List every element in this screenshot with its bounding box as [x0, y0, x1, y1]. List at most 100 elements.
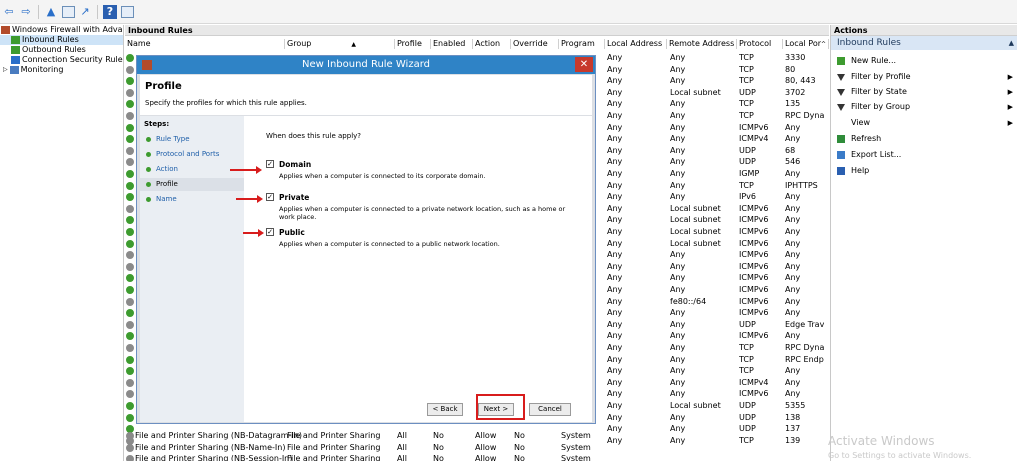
tree-item-outbound-rules[interactable]: Outbound Rules [0, 45, 123, 55]
cell-port: Any [785, 377, 801, 387]
cell-local: Any [607, 250, 623, 260]
tree-item-firewall[interactable]: Windows Firewall with Advanced [0, 25, 123, 35]
wizard-title-bar[interactable]: New Inbound Rule Wizard [137, 56, 595, 74]
column-header-profile[interactable]: Profile [395, 39, 431, 49]
cell-remote: Any [670, 273, 686, 283]
cell-remote: Any [670, 180, 686, 190]
cell-port: 80 [785, 64, 796, 74]
column-header-name[interactable]: Name [125, 39, 285, 49]
column-header-program[interactable]: Program [559, 39, 605, 49]
cell-remote: fe80::/64 [670, 296, 707, 306]
column-header-enabled[interactable]: Enabled [431, 39, 473, 49]
export-icon[interactable]: ↗ [78, 5, 92, 19]
cell-local: Any [607, 377, 623, 387]
back-arrow-icon[interactable]: ⇦ [2, 5, 16, 19]
column-label: Group [287, 39, 312, 48]
scroll-up-icon[interactable]: ^ [821, 41, 826, 48]
action-label: View [851, 118, 870, 127]
column-header-group[interactable]: Group ▲ [285, 39, 395, 49]
show-hide-tree-icon[interactable] [61, 5, 75, 19]
action-label: Help [851, 166, 870, 175]
close-icon[interactable]: ✕ [575, 57, 593, 72]
activation-watermark-title: Activate Windows [828, 434, 935, 448]
help-icon[interactable]: ? [103, 4, 117, 19]
step-name[interactable]: Name [140, 193, 244, 206]
action-export-list[interactable]: Export List... [837, 149, 1013, 161]
cell-enabled: No [433, 442, 444, 452]
step-action[interactable]: Action [140, 163, 244, 176]
step-profile[interactable]: Profile [140, 178, 244, 191]
cell-profile: All [397, 442, 407, 452]
cell-local: Any [607, 273, 623, 283]
step-label: Action [156, 165, 178, 173]
cell-port: RPC Dyna [785, 343, 825, 352]
rule-status-icon [126, 100, 134, 109]
table-row[interactable]: File and Printer Sharing (NB-Datagram-In… [125, 430, 829, 442]
table-row[interactable]: File and Printer Sharing (NB-Session-In)… [125, 453, 829, 461]
cell-remote: Local subnet [670, 227, 721, 236]
cell-enabled: No [433, 431, 444, 440]
rule-status-icon [126, 239, 134, 248]
action-label: Export List... [851, 150, 902, 159]
cell-override: No [514, 454, 525, 461]
cancel-button[interactable]: Cancel [529, 403, 571, 416]
action-filter-by-profile[interactable]: Filter by Profile ▶ [837, 71, 1013, 83]
properties-icon[interactable] [120, 5, 134, 19]
expand-icon[interactable]: ▷ [3, 65, 8, 75]
cell-name: File and Printer Sharing (NB-Session-In) [135, 454, 293, 461]
private-checkbox[interactable]: ✓ [266, 193, 274, 201]
cell-port: 546 [785, 157, 801, 167]
private-label[interactable]: Private [279, 193, 309, 202]
column-header-override[interactable]: Override [511, 39, 559, 49]
action-label: Filter by Group [851, 102, 911, 111]
cell-remote: Any [670, 64, 686, 74]
action-filter-by-group[interactable]: Filter by Group ▶ [837, 101, 1013, 113]
collapse-icon[interactable]: ▲ [1009, 36, 1014, 50]
step-rule-type[interactable]: Rule Type [140, 133, 244, 146]
domain-label[interactable]: Domain [279, 160, 311, 169]
forward-arrow-icon[interactable]: ⇨ [19, 5, 33, 19]
column-header-action[interactable]: Action [473, 39, 511, 49]
cell-port: Any [785, 273, 801, 283]
tree-item-connection-security[interactable]: Connection Security Rules [0, 55, 123, 65]
actions-subheader[interactable]: Inbound Rules ▲ [831, 36, 1017, 50]
cell-port: RPC Dyna [785, 111, 825, 120]
cell-override: No [514, 431, 525, 440]
public-label[interactable]: Public [279, 228, 305, 237]
tree-item-inbound-rules[interactable]: Inbound Rules [0, 35, 123, 45]
step-protocol-and-ports[interactable]: Protocol and Ports [140, 148, 244, 161]
rule-status-icon [126, 228, 134, 236]
column-header-protocol[interactable]: Protocol [737, 39, 783, 49]
action-help[interactable]: Help [837, 165, 1013, 177]
step-label: Name [156, 195, 177, 203]
step-bullet-icon [146, 167, 151, 172]
toolbar: ⇦ ⇨ ▲ ↗ ? [0, 0, 1017, 24]
wizard-body: Steps: Rule Type Protocol and Ports Action… [140, 116, 592, 422]
next-button-highlight [476, 394, 525, 420]
table-row[interactable]: File and Printer Sharing (NB-Name-In) Fil… [125, 442, 829, 454]
action-filter-by-state[interactable]: Filter by State ▶ [837, 86, 1013, 98]
cell-remote: Local subnet [670, 215, 721, 225]
column-header-local-port[interactable]: Local Por^ [783, 39, 829, 49]
action-new-rule[interactable]: New Rule... [837, 55, 1013, 67]
public-checkbox[interactable]: ✓ [266, 228, 274, 236]
cell-action: Allow [475, 431, 497, 440]
cell-local: Any [607, 261, 623, 271]
submenu-arrow-icon: ▶ [1007, 88, 1013, 96]
cell-port: 5355 [785, 401, 806, 410]
tree-item-monitoring[interactable]: ▷ Monitoring [0, 65, 123, 75]
rule-status-icon [126, 77, 134, 86]
action-refresh[interactable]: Refresh [837, 133, 1013, 145]
new-inbound-rule-wizard: New Inbound Rule Wizard ✕ Profile Specif… [136, 55, 596, 424]
rule-status-icon [126, 402, 134, 410]
domain-checkbox[interactable]: ✓ [266, 160, 274, 168]
sort-ascending-icon: ▲ [351, 41, 356, 48]
back-button[interactable]: < Back [427, 403, 463, 416]
action-view[interactable]: View ▶ [837, 117, 1013, 129]
cell-remote: Any [670, 157, 686, 167]
column-header-remote-address[interactable]: Remote Address [667, 39, 737, 49]
cell-program: System [561, 454, 591, 461]
submenu-arrow-icon: ▶ [1007, 119, 1013, 127]
up-folder-icon[interactable]: ▲ [44, 5, 58, 19]
column-header-local-address[interactable]: Local Address [605, 39, 667, 49]
